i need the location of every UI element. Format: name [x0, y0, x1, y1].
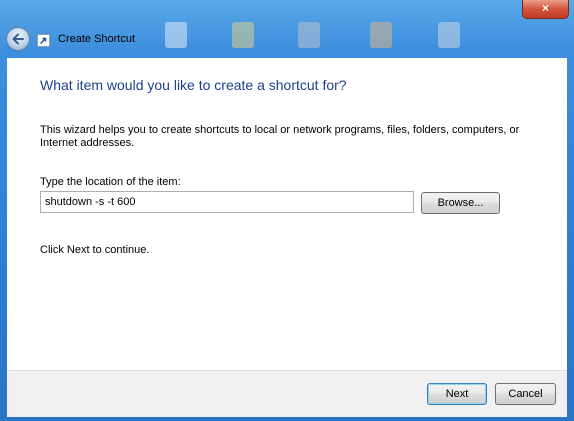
wizard-page: What item would you like to create a sho… — [7, 58, 567, 370]
close-button[interactable]: × — [522, 0, 569, 19]
button-bar: Next Cancel — [7, 370, 567, 417]
desktop-icon-ghost — [232, 22, 254, 48]
window-title: Create Shortcut — [58, 33, 136, 45]
desktop-icon-ghost — [438, 22, 460, 48]
desktop-icon-ghost — [165, 22, 187, 48]
browse-button[interactable]: Browse... — [421, 192, 500, 214]
desktop-icon-ghost — [298, 22, 320, 48]
back-button[interactable] — [6, 27, 30, 51]
wizard-description: This wizard helps you to create shortcut… — [40, 124, 520, 149]
page-heading: What item would you like to create a sho… — [40, 77, 347, 93]
cancel-button[interactable]: Cancel — [495, 383, 556, 405]
continue-hint: Click Next to continue. — [40, 244, 150, 256]
location-label: Type the location of the item: — [40, 176, 181, 188]
close-icon: × — [541, 1, 549, 15]
shortcut-icon — [37, 34, 50, 47]
next-button[interactable]: Next — [427, 383, 487, 405]
back-arrow-icon — [12, 33, 24, 45]
desktop-icon-ghost — [370, 22, 392, 48]
location-input[interactable] — [40, 191, 414, 213]
